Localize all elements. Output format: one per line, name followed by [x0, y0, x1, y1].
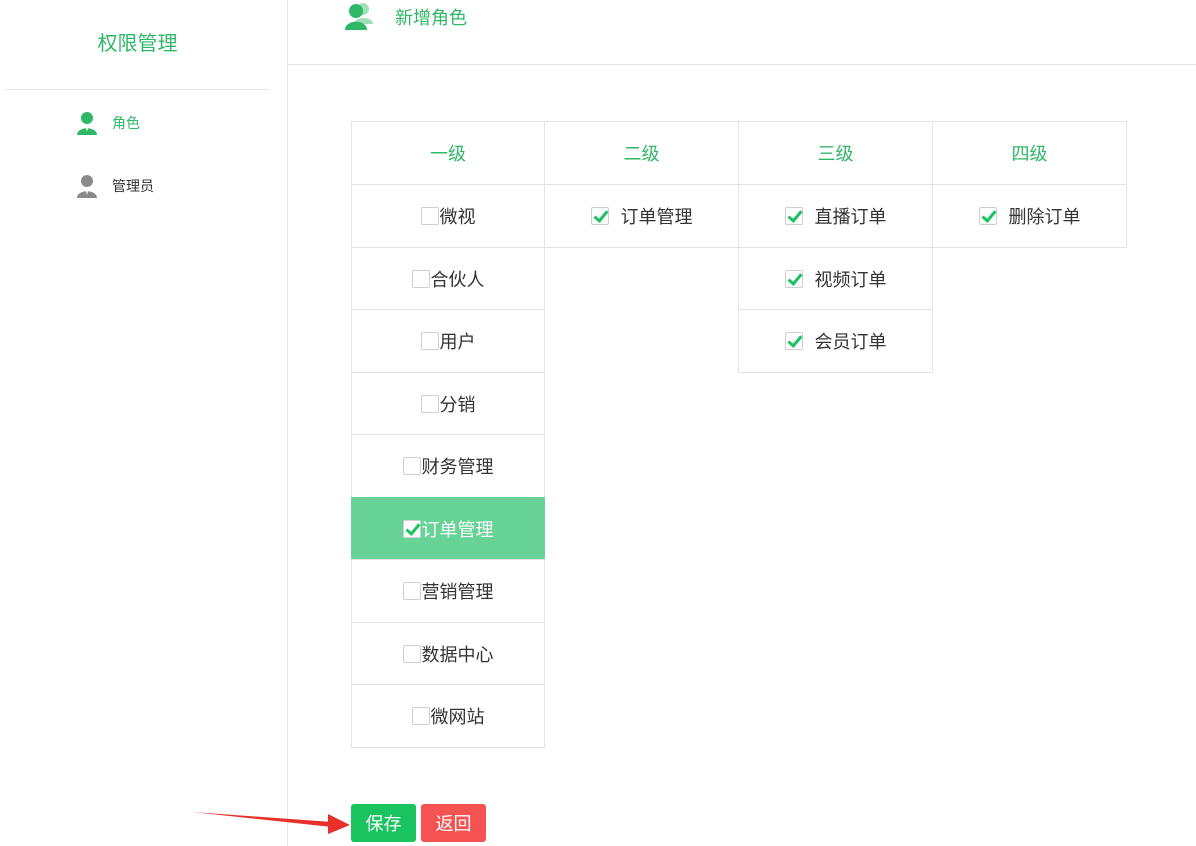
sidebar-item-admin[interactable]: 管理员	[76, 171, 154, 201]
level1-row[interactable]: 微网站	[351, 684, 545, 748]
level1-label: 分销	[439, 394, 476, 416]
back-button[interactable]: 返回	[421, 804, 486, 842]
sidebar-item-role-label: 角色	[112, 116, 140, 132]
checkbox-checked[interactable]	[784, 269, 803, 288]
level1-row-active[interactable]: 订单管理	[351, 497, 545, 560]
level1-row[interactable]: 营销管理	[351, 559, 545, 623]
sidebar: 权限管理 角色 管理员	[0, 0, 288, 846]
users-icon	[345, 3, 373, 30]
level2-row[interactable]: 订单管理	[544, 184, 739, 248]
save-button[interactable]: 保存	[351, 804, 416, 842]
level3-label: 视频订单	[814, 269, 887, 291]
level3-row[interactable]: 会员订单	[738, 309, 933, 373]
level1-label: 数据中心	[421, 644, 494, 666]
page-title: 新增角色	[395, 8, 467, 29]
sidebar-item-role[interactable]: 角色	[76, 108, 140, 138]
header-level-2: 二级	[544, 121, 739, 185]
checkbox[interactable]	[411, 269, 430, 288]
checkbox[interactable]	[402, 582, 421, 600]
checkbox-checked[interactable]	[402, 519, 421, 538]
sidebar-item-admin-label: 管理员	[112, 179, 154, 195]
admin-user-icon	[77, 175, 97, 198]
level1-row[interactable]: 合伙人	[351, 247, 545, 310]
level3-label: 直播订单	[814, 207, 887, 228]
level3-row[interactable]: 直播订单	[738, 184, 933, 248]
level4-label: 删除订单	[1008, 207, 1081, 228]
level2-label: 订单管理	[620, 207, 693, 228]
level1-label: 财务管理	[421, 457, 494, 478]
level3-label: 会员订单	[814, 332, 887, 353]
level1-label: 用户	[439, 332, 476, 353]
level4-row[interactable]: 删除订单	[932, 184, 1127, 248]
level1-label: 订单管理	[421, 519, 494, 541]
checkbox[interactable]	[420, 332, 439, 350]
header-level-4: 四级	[932, 121, 1127, 185]
level1-row[interactable]: 数据中心	[351, 622, 545, 685]
checkbox[interactable]	[402, 644, 421, 663]
checkbox-checked[interactable]	[978, 207, 997, 225]
level1-row[interactable]: 分销	[351, 372, 545, 435]
checkbox[interactable]	[411, 707, 430, 725]
sidebar-title: 权限管理	[97, 31, 178, 55]
level1-label: 合伙人	[430, 269, 485, 291]
level1-row[interactable]: 财务管理	[351, 434, 545, 498]
user-icon	[77, 112, 97, 135]
level1-label: 微网站	[430, 707, 485, 728]
sidebar-divider	[5, 89, 269, 90]
header-level-3: 三级	[738, 121, 933, 185]
header-level-1: 一级	[351, 121, 545, 185]
checkbox-checked[interactable]	[784, 207, 803, 225]
level1-row[interactable]: 用户	[351, 309, 545, 373]
checkbox-checked[interactable]	[784, 332, 803, 350]
checkbox[interactable]	[420, 394, 439, 413]
level1-label: 营销管理	[421, 582, 494, 603]
checkbox[interactable]	[402, 457, 421, 475]
checkbox-checked[interactable]	[590, 207, 609, 225]
level3-row[interactable]: 视频订单	[738, 247, 933, 310]
level1-row[interactable]: 微视	[351, 184, 545, 248]
checkbox[interactable]	[420, 207, 439, 225]
level1-label: 微视	[439, 207, 476, 228]
page-header: 新增角色	[288, 0, 1196, 65]
